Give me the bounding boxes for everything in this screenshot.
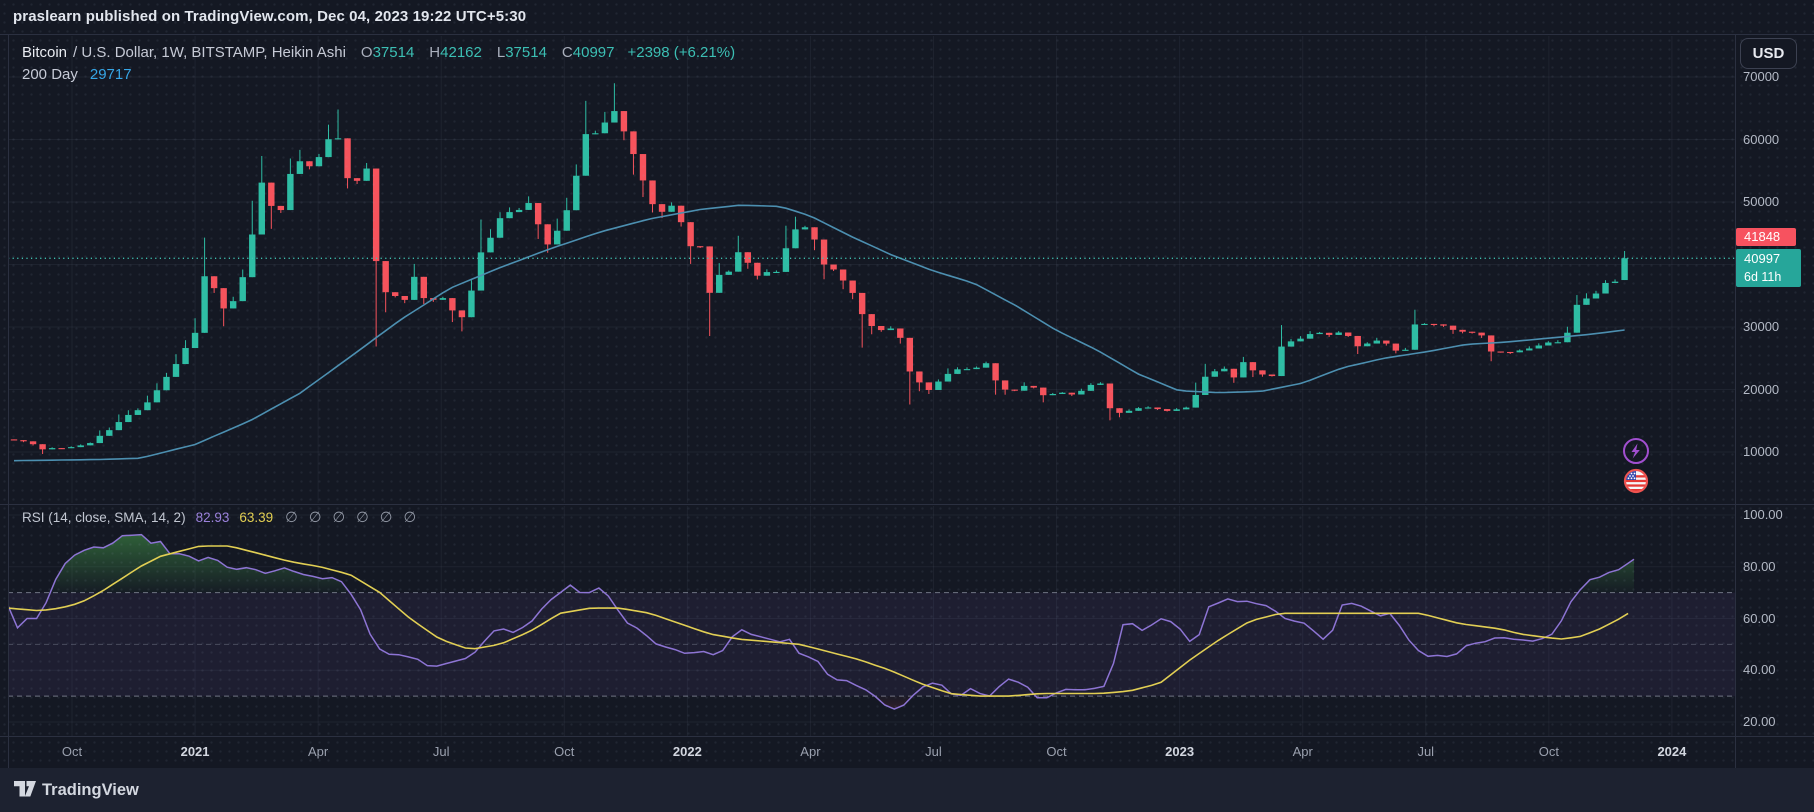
rsi-tick-label: 20.00 [1743,714,1776,729]
last-price-value: 40997 [1744,249,1801,268]
time-tick-label: 2022 [673,744,702,759]
rsi-title: RSI (14, close, SMA, 14, 2) [22,510,186,525]
ma-label: 200 Day [22,66,78,83]
timeaxis-separator [0,736,1814,737]
time-tick-label: Oct [1046,744,1066,759]
time-tick-label: Oct [554,744,574,759]
us-flag-marker[interactable] [1623,468,1649,499]
footer-bar: TradingView [0,768,1814,812]
time-tick-label: Oct [62,744,82,759]
lightning-icon [1622,437,1650,465]
rsi-empty-slots: ∅ ∅ ∅ ∅ ∅ ∅ [285,510,416,526]
time-tick-label: Apr [308,744,328,759]
candles-layer [11,83,1628,454]
price-tick-label: 50000 [1743,194,1779,209]
time-tick-label: Jul [433,744,450,759]
symbol-legend[interactable]: Bitcoin / U.S. Dollar, 1W, BITSTAMP, Heik… [22,44,735,61]
ohlc-open: O37514 [361,44,414,61]
symbol-details: / U.S. Dollar, 1W, BITSTAMP, Heikin Ashi [73,44,346,61]
time-tick-label: 2021 [181,744,210,759]
symbol-name: Bitcoin [22,44,67,61]
header-separator [0,34,1814,35]
time-tick-label: Jul [925,744,942,759]
ohlc-low: L37514 [497,44,547,61]
tradingview-published-chart: praslearn published on TradingView.com, … [0,0,1814,812]
ma200-line [14,205,1625,460]
time-tick-label: Apr [800,744,820,759]
time-tick-label: Oct [1539,744,1559,759]
price-tick-label: 60000 [1743,132,1779,147]
price-tick-label: 20000 [1743,382,1779,397]
rsi-legend[interactable]: RSI (14, close, SMA, 14, 2) 82.93 63.39 ∅ ∅… [22,510,416,526]
time-tick-label: Apr [1293,744,1313,759]
currency-toggle-button[interactable]: USD [1740,38,1797,69]
high-price-badge: 41848 [1736,228,1796,246]
price-tick-label: 30000 [1743,319,1779,334]
change-value: +2398 (+6.21%) [627,44,735,61]
rsi-tick-label: 60.00 [1743,611,1776,626]
publish-header-text: praslearn published on TradingView.com, … [13,8,526,25]
rsi-sma-value: 63.39 [239,510,273,525]
ohlc-close: C40997 [562,44,615,61]
last-price-badge: 40997 6d 11h [1736,249,1801,287]
rsi-value: 82.93 [196,510,230,525]
time-tick-label: Jul [1417,744,1434,759]
rsi-tick-label: 40.00 [1743,662,1776,677]
rsi-tick-label: 100.00 [1743,507,1783,522]
time-tick-label: 2024 [1657,744,1686,759]
ma-legend[interactable]: 200 Day 29717 [22,66,132,83]
publish-header: praslearn published on TradingView.com, … [13,0,526,34]
rsi-tick-label: 80.00 [1743,559,1776,574]
ma-value: 29717 [90,66,132,83]
price-tick-label: 10000 [1743,444,1779,459]
tradingview-logo-icon[interactable] [14,781,40,799]
bar-countdown: 6d 11h [1744,268,1801,287]
chart-left-border [8,35,9,768]
ohlc-high: H42162 [429,44,482,61]
pane-separator[interactable] [0,504,1814,505]
price-axis-border [1735,35,1736,768]
tradingview-brand-link[interactable]: TradingView [42,768,139,812]
us-flag-icon [1623,468,1649,494]
lightning-marker[interactable] [1622,437,1650,470]
time-tick-label: 2023 [1165,744,1194,759]
price-tick-label: 70000 [1743,69,1779,84]
chart-canvas [0,0,1814,812]
